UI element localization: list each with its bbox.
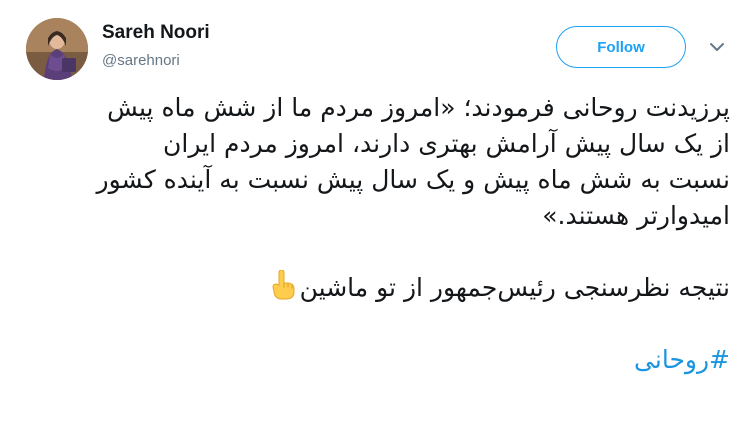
user-handle[interactable]: @sarehnori <box>102 52 180 69</box>
tweet-line: نسبت به شش ماه پیش و یک سال پیش نسبت به … <box>96 165 730 194</box>
tweet-line-with-emoji: نتیجه نظرسنجی رئیس‌جمهور از تو ماشین <box>30 270 730 306</box>
tweet-line: پرزیدنت روحانی فرمودند؛ «امروز مردم ما ا… <box>107 93 730 122</box>
backhand-index-pointing-up-emoji <box>270 270 296 300</box>
chevron-down-icon[interactable] <box>708 38 726 56</box>
follow-button[interactable]: Follow <box>556 26 686 68</box>
hashtag-link[interactable]: #روحانی <box>634 345 730 374</box>
tweet-line: نتیجه نظرسنجی رئیس‌جمهور از تو ماشین <box>299 273 730 302</box>
display-name[interactable]: Sareh Noori <box>102 22 210 44</box>
tweet-line: امیدوارتر هستند.» <box>542 201 730 230</box>
avatar[interactable] <box>26 18 88 80</box>
tweet-paragraph-hashtag: #روحانی <box>30 342 730 378</box>
tweet-card: Sareh Noori @sarehnori Follow پرزیدنت رو… <box>0 0 754 426</box>
tweet-paragraph-poll: نتیجه نظرسنجی رئیس‌جمهور از تو ماشین <box>30 270 730 306</box>
tweet-paragraph-quote: پرزیدنت روحانی فرمودند؛ «امروز مردم ما ا… <box>30 90 730 234</box>
tweet-line: از یک سال پیش آرامش بهتری دارند، امروز م… <box>163 129 730 158</box>
tweet-text: پرزیدنت روحانی فرمودند؛ «امروز مردم ما ا… <box>30 90 730 378</box>
avatar-image <box>26 18 88 80</box>
